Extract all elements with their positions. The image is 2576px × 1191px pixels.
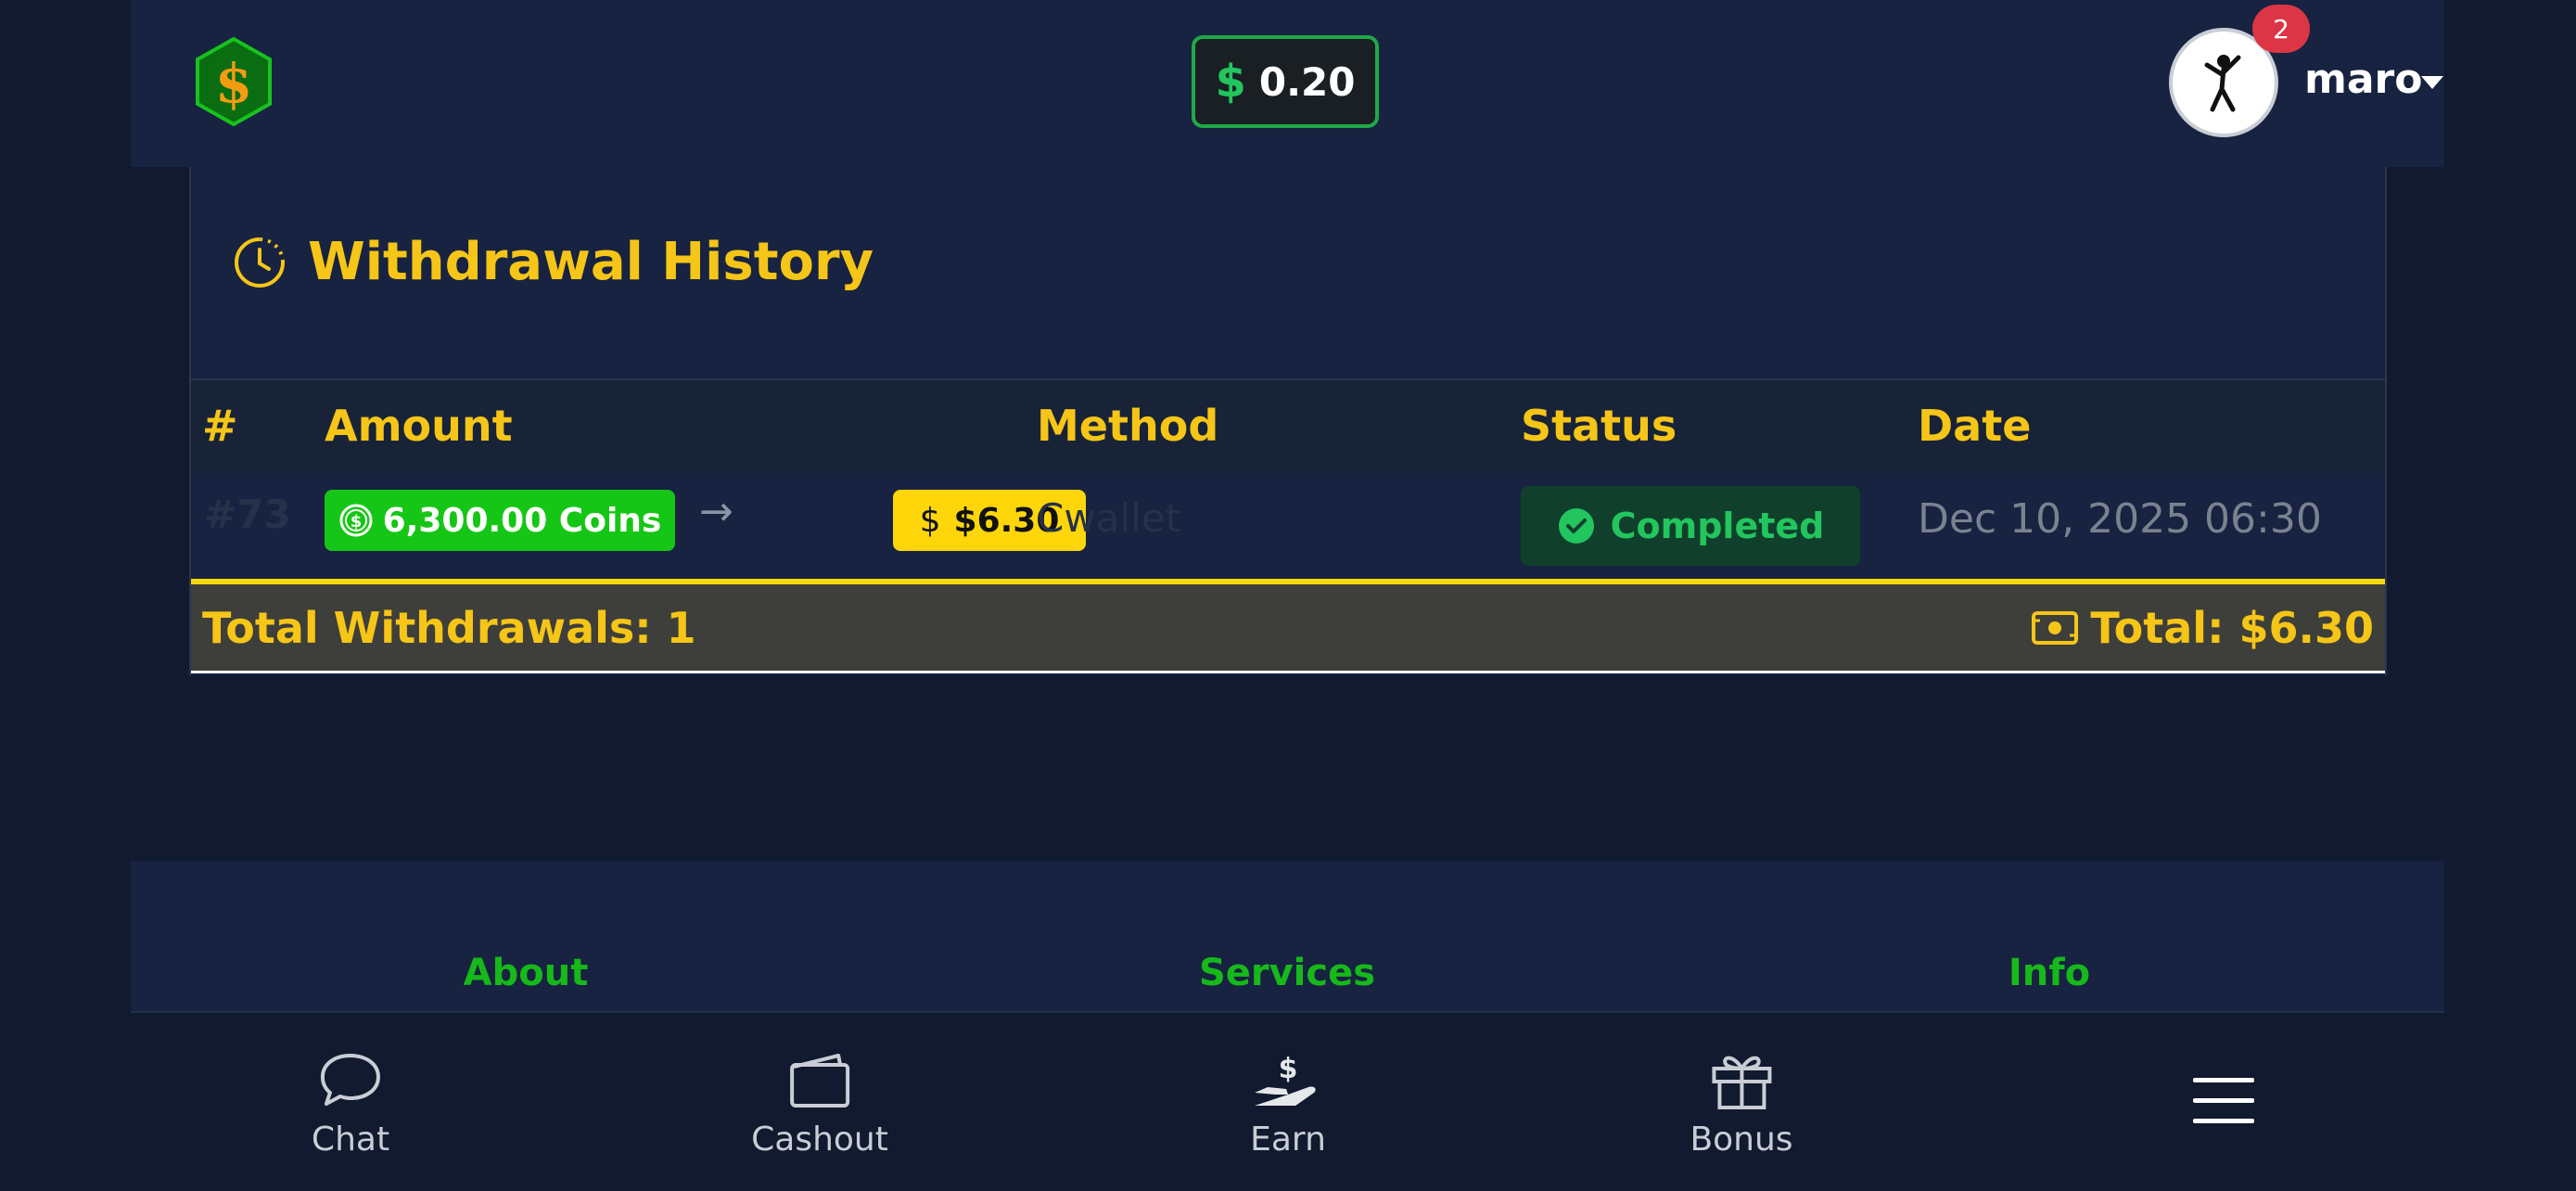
- totals-bar: Total Withdrawals: 1 Total: $6.30: [191, 579, 2385, 673]
- svg-text:$: $: [350, 512, 362, 531]
- hand-dollar-icon: $: [1254, 1054, 1316, 1106]
- column-header-amount: Amount: [325, 401, 513, 451]
- page-title: Withdrawal History: [308, 232, 874, 292]
- coin-icon: $: [339, 504, 373, 537]
- nav-item-cashout[interactable]: Cashout: [751, 1050, 888, 1159]
- bottom-nav: Chat Cashout $ Earn Bonus: [0, 1013, 2576, 1191]
- column-header-method: Method: [1037, 401, 1219, 451]
- nav-label-earn: Earn: [1250, 1121, 1326, 1159]
- column-header-status: Status: [1521, 401, 1677, 451]
- status-text: Completed: [1610, 506, 1825, 546]
- dollar-icon: $: [1215, 56, 1246, 108]
- svg-text:$: $: [1279, 1054, 1298, 1085]
- dollar-sign-icon: $: [919, 501, 941, 540]
- status-badge: Completed: [1521, 486, 1860, 566]
- withdrawal-date: Dec 10, 2025 06:30: [1918, 495, 2322, 543]
- balance-value: 0.20: [1258, 58, 1356, 105]
- table-row: #73 $ 6,300.00 Coins → $ $6.30 Cwallet C…: [191, 473, 2385, 575]
- nav-label-chat: Chat: [311, 1121, 390, 1159]
- site-footer: About Services Info: [131, 861, 2444, 1013]
- withdrawal-id: #73: [204, 492, 291, 537]
- chat-bubble-icon: [320, 1054, 380, 1106]
- nav-label-cashout: Cashout: [751, 1121, 888, 1159]
- column-header-date: Date: [1918, 401, 2032, 451]
- footer-link-about[interactable]: About: [464, 952, 589, 994]
- notification-badge: 2: [2252, 5, 2310, 53]
- column-header-id: #: [202, 401, 238, 451]
- money-bill-icon: [2032, 611, 2079, 645]
- withdrawal-history-card: Withdrawal History # Amount Method Statu…: [189, 167, 2387, 675]
- user-figure-icon: [2204, 55, 2241, 112]
- nav-label-bonus: Bonus: [1690, 1121, 1793, 1159]
- logo-icon[interactable]: $: [194, 36, 274, 127]
- gift-icon: [1712, 1056, 1771, 1109]
- nav-item-bonus[interactable]: Bonus: [1690, 1050, 1793, 1159]
- history-clock-icon: [235, 237, 285, 288]
- check-circle-icon: [1558, 508, 1594, 544]
- total-withdrawals-count: Total Withdrawals: 1: [202, 603, 696, 653]
- withdrawal-method: Cwallet: [1037, 495, 1181, 541]
- hamburger-menu-icon: [2193, 1078, 2254, 1123]
- svg-text:$: $: [215, 52, 252, 115]
- coins-amount-badge: $ 6,300.00 Coins: [325, 490, 675, 551]
- top-header: $ $ 0.20 2 maro: [131, 0, 2444, 167]
- table-header: # Amount Method Status Date: [191, 378, 2385, 476]
- nav-item-earn[interactable]: $ Earn: [1250, 1054, 1326, 1159]
- nav-item-menu[interactable]: [2191, 1074, 2256, 1126]
- total-amount: Total: $6.30: [2031, 603, 2374, 653]
- chevron-down-icon[interactable]: [2421, 76, 2443, 89]
- balance-display[interactable]: $ 0.20: [1192, 35, 1379, 128]
- card-header: Withdrawal History: [232, 232, 874, 292]
- footer-link-services[interactable]: Services: [1199, 952, 1375, 994]
- username-label[interactable]: maro: [2304, 56, 2422, 103]
- total-amount-label: Total: $6.30: [2090, 603, 2374, 653]
- nav-item-chat[interactable]: Chat: [312, 1050, 389, 1159]
- wallet-icon: [789, 1054, 849, 1108]
- footer-link-info[interactable]: Info: [2009, 952, 2090, 994]
- arrow-right-icon: →: [699, 488, 733, 535]
- coins-amount: 6,300.00 Coins: [382, 501, 662, 540]
